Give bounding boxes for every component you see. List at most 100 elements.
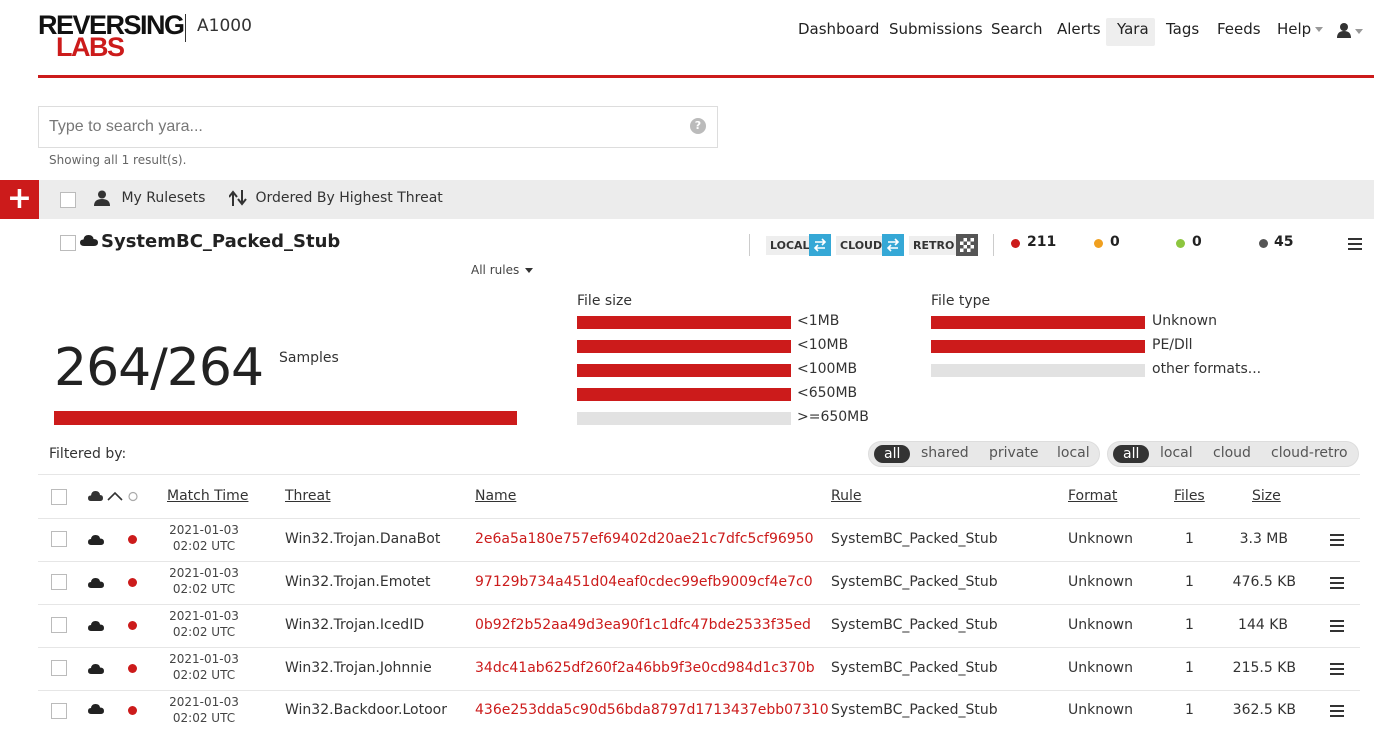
- sample-hash-link[interactable]: 436e253dda5c90d56bda8797d1713437ebb07310: [475, 702, 829, 718]
- column-size[interactable]: Size: [1252, 488, 1281, 504]
- threat-level-dot: [128, 535, 137, 544]
- filter-source-local[interactable]: local: [1160, 445, 1193, 461]
- select-all-rows-checkbox[interactable]: [51, 489, 67, 505]
- row-checkbox[interactable]: [51, 617, 67, 633]
- file-count: 1: [1185, 660, 1194, 676]
- table-row[interactable]: 2021-01-03 02:02 UTC Win32.Trojan.Johnni…: [0, 648, 1400, 690]
- file-format: Unknown: [1068, 617, 1133, 633]
- ruleset-checkbox[interactable]: [60, 235, 76, 251]
- table-row[interactable]: 2021-01-03 02:02 UTC Win32.Trojan.DanaBo…: [0, 519, 1400, 561]
- user-icon: [94, 190, 110, 206]
- threat-level-dot: [128, 706, 137, 715]
- suspicious-dot: [1094, 239, 1103, 248]
- all-rules-dropdown[interactable]: All rules: [471, 263, 534, 277]
- retro-hunt-button[interactable]: [956, 234, 978, 256]
- goodware-count[interactable]: 0: [1192, 234, 1202, 250]
- cloud-icon: [88, 535, 104, 545]
- local-sync-button[interactable]: [809, 234, 831, 256]
- row-checkbox[interactable]: [51, 574, 67, 590]
- table-row[interactable]: 2021-01-03 02:02 UTC Win32.Trojan.IcedID…: [0, 605, 1400, 647]
- file-size-bar[interactable]: [577, 340, 791, 353]
- file-type-bar[interactable]: [931, 340, 1145, 353]
- file-size-bar[interactable]: [577, 412, 791, 425]
- sort-order-button[interactable]: Ordered By Highest Threat: [228, 190, 443, 206]
- file-type-label: PE/Dll: [1152, 337, 1193, 353]
- local-badge: LOCAL: [766, 236, 814, 255]
- nav-dashboard[interactable]: Dashboard: [798, 20, 879, 38]
- filter-sharing-private[interactable]: private: [989, 445, 1039, 461]
- nav-search[interactable]: Search: [991, 20, 1043, 38]
- table-row[interactable]: 2021-01-03 02:02 UTC Win32.Trojan.Emotet…: [0, 562, 1400, 604]
- goodware-dot: [1176, 239, 1185, 248]
- yara-search-input[interactable]: [38, 106, 718, 148]
- column-name[interactable]: Name: [475, 488, 516, 504]
- file-size-bar[interactable]: [577, 388, 791, 401]
- badge-separator: [993, 234, 994, 256]
- hamburger-menu-icon[interactable]: [1330, 577, 1344, 589]
- hamburger-menu-icon[interactable]: [1330, 705, 1344, 717]
- unknown-count[interactable]: 45: [1274, 234, 1293, 250]
- row-checkbox[interactable]: [51, 660, 67, 676]
- rule-name: SystemBC_Packed_Stub: [831, 574, 998, 590]
- nav-tags[interactable]: Tags: [1166, 20, 1199, 38]
- file-size-bar[interactable]: [577, 364, 791, 377]
- nav-submissions[interactable]: Submissions: [889, 20, 983, 38]
- hamburger-menu-icon[interactable]: [1330, 620, 1344, 632]
- match-time: 2021-01-03 02:02 UTC: [159, 694, 249, 726]
- user-menu[interactable]: [1337, 22, 1363, 42]
- file-count: 1: [1185, 574, 1194, 590]
- table-row[interactable]: 2021-01-03 02:02 UTC Win32.Backdoor.Loto…: [0, 691, 1400, 729]
- hamburger-menu-icon[interactable]: [1330, 663, 1344, 675]
- help-icon[interactable]: ?: [690, 118, 706, 134]
- table-divider: [38, 474, 1360, 475]
- cloud-icon: [88, 578, 104, 588]
- filter-source-all[interactable]: all: [1113, 445, 1150, 463]
- file-size: 3.3 MB: [1239, 531, 1288, 547]
- nav-help[interactable]: Help: [1277, 20, 1324, 38]
- file-size: 144 KB: [1238, 617, 1288, 633]
- my-rulesets-button[interactable]: My Rulesets: [94, 190, 205, 206]
- match-hour: 02:02 UTC: [172, 711, 236, 725]
- sample-hash-link[interactable]: 0b92f2b52aa49d3ea90f1c1dfc47bde2533f35ed: [475, 617, 811, 633]
- cloud-icon: [88, 704, 104, 714]
- filter-sharing-all[interactable]: all: [874, 445, 911, 463]
- nav-yara[interactable]: Yara: [1117, 20, 1149, 38]
- column-format[interactable]: Format: [1068, 488, 1117, 504]
- suspicious-count[interactable]: 0: [1110, 234, 1120, 250]
- add-ruleset-button[interactable]: +: [0, 180, 39, 219]
- sample-hash-link[interactable]: 34dc41ab625df260f2a46bb9f3e0cd984d1c370b: [475, 660, 815, 676]
- sample-hash-link[interactable]: 2e6a5a180e757ef69402d20ae21c7dfc5cf96950: [475, 531, 814, 547]
- column-match-time[interactable]: Match Time: [167, 488, 248, 504]
- column-threat[interactable]: Threat: [285, 488, 331, 504]
- file-type-bar[interactable]: [931, 364, 1145, 377]
- file-size-bar[interactable]: [577, 316, 791, 329]
- column-files[interactable]: Files: [1174, 488, 1205, 504]
- samples-progress-bar: [54, 411, 517, 425]
- malicious-count[interactable]: 211: [1027, 234, 1056, 250]
- column-rule[interactable]: Rule: [831, 488, 861, 504]
- nav-help-label: Help: [1277, 20, 1312, 38]
- nav-feeds[interactable]: Feeds: [1217, 20, 1261, 38]
- row-checkbox[interactable]: [51, 703, 67, 719]
- sample-hash-link[interactable]: 97129b734a451d04eaf0cdec99efb9009cf4e7c0: [475, 574, 813, 590]
- hamburger-menu-icon[interactable]: [1330, 534, 1344, 546]
- ruleset-name[interactable]: SystemBC_Packed_Stub: [101, 231, 340, 252]
- filter-sharing-local[interactable]: local: [1057, 445, 1090, 461]
- rule-name: SystemBC_Packed_Stub: [831, 531, 998, 547]
- hamburger-menu-icon[interactable]: [1348, 238, 1362, 250]
- header-divider: [38, 75, 1374, 78]
- select-all-checkbox[interactable]: [60, 192, 76, 208]
- filter-sharing-shared[interactable]: shared: [921, 445, 969, 461]
- badge-separator: [749, 234, 750, 256]
- filter-source-cloud[interactable]: cloud: [1213, 445, 1251, 461]
- cloud-sync-button[interactable]: [882, 234, 904, 256]
- reversinglabs-logo[interactable]: REVERSING LABS: [38, 12, 185, 62]
- file-count: 1: [1185, 702, 1194, 718]
- row-checkbox[interactable]: [51, 531, 67, 547]
- nav-alerts[interactable]: Alerts: [1057, 20, 1101, 38]
- file-type-bar[interactable]: [931, 316, 1145, 329]
- sort-columns-icons[interactable]: [88, 489, 140, 503]
- sync-icon: [813, 238, 827, 252]
- results-count: Showing all 1 result(s).: [49, 153, 187, 167]
- filter-source-cloud-retro[interactable]: cloud-retro: [1271, 445, 1348, 461]
